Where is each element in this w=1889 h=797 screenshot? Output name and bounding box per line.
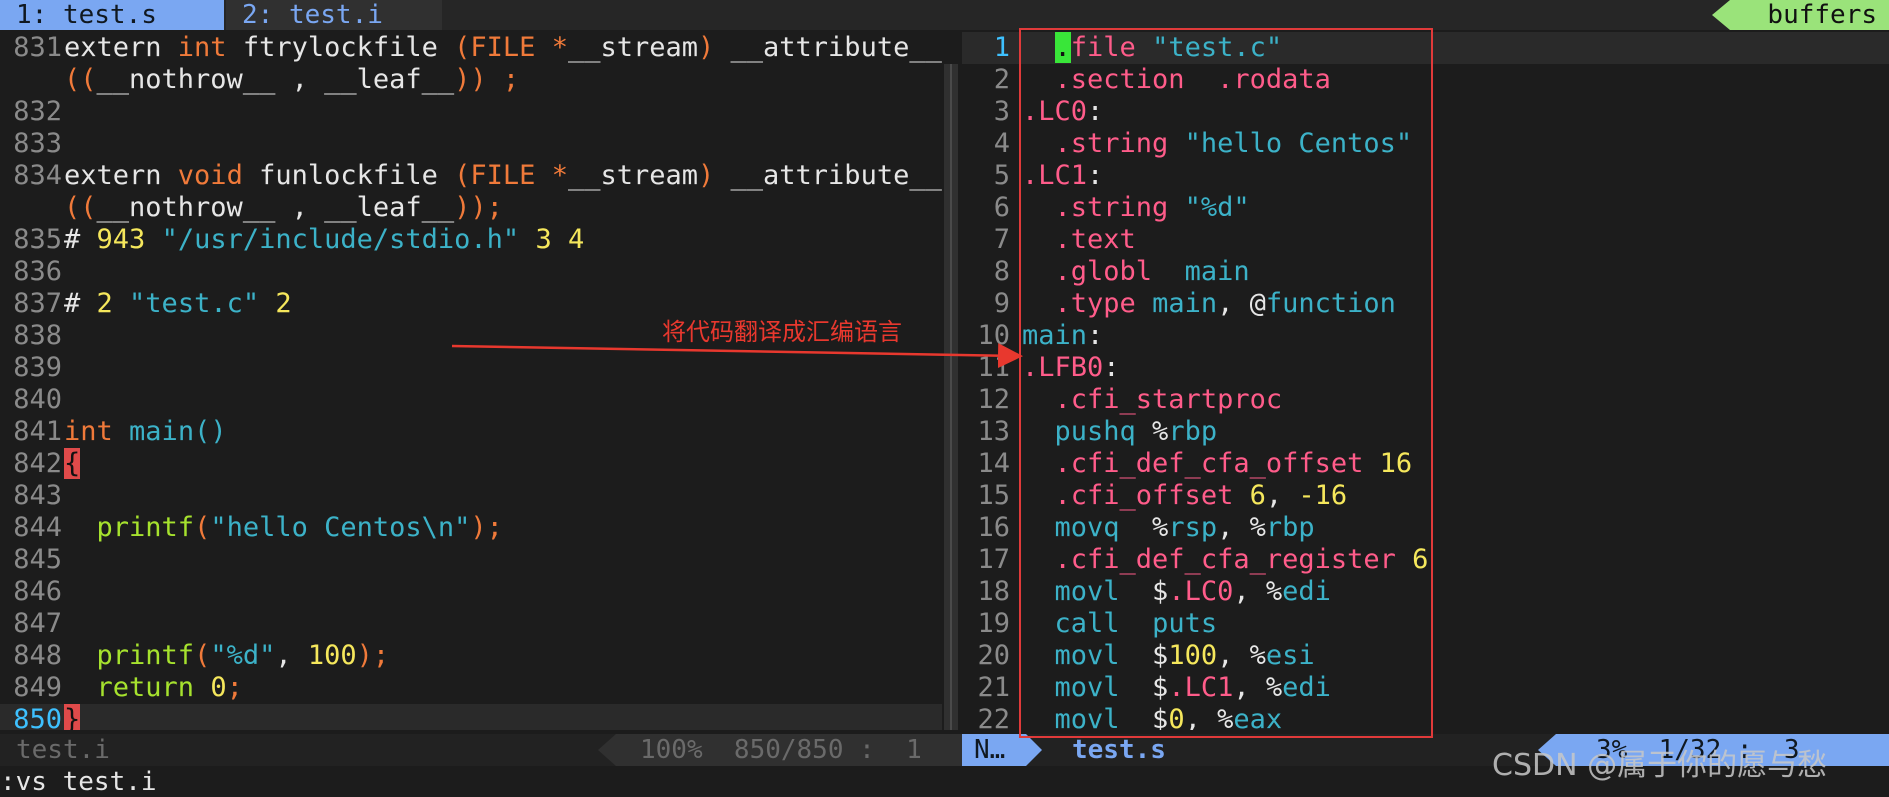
annotation-arrow (451, 343, 1023, 369)
csdn-watermark: CSDN @属于你的愿与愁 (1492, 748, 1828, 783)
